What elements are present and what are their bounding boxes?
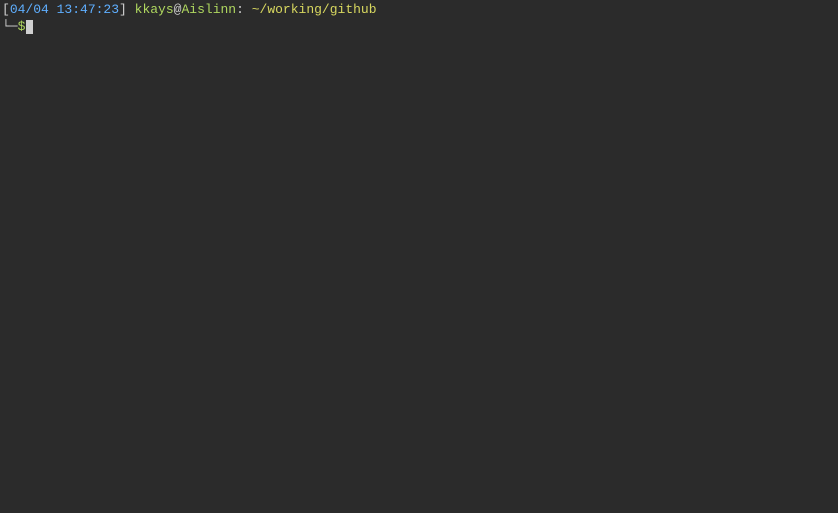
prompt-line-2: └─ $ [2,19,836,36]
prompt-bracket-close: ] [119,2,127,17]
prompt-line-1: [04/04 13:47:23] kkays@Aislinn: ~/workin… [2,2,836,19]
terminal-area[interactable]: [04/04 13:47:23] kkays@Aislinn: ~/workin… [0,0,838,38]
prompt-dollar: $ [18,19,26,36]
prompt-colon: : [236,2,244,17]
prompt-corner: └─ [2,19,18,36]
cursor[interactable] [26,20,33,34]
prompt-path: ~/working/github [252,2,377,17]
prompt-bracket-open: [ [2,2,10,17]
prompt-host: Aislinn [181,2,236,17]
prompt-user: kkays [135,2,174,17]
prompt-datetime: 04/04 13:47:23 [10,2,119,17]
